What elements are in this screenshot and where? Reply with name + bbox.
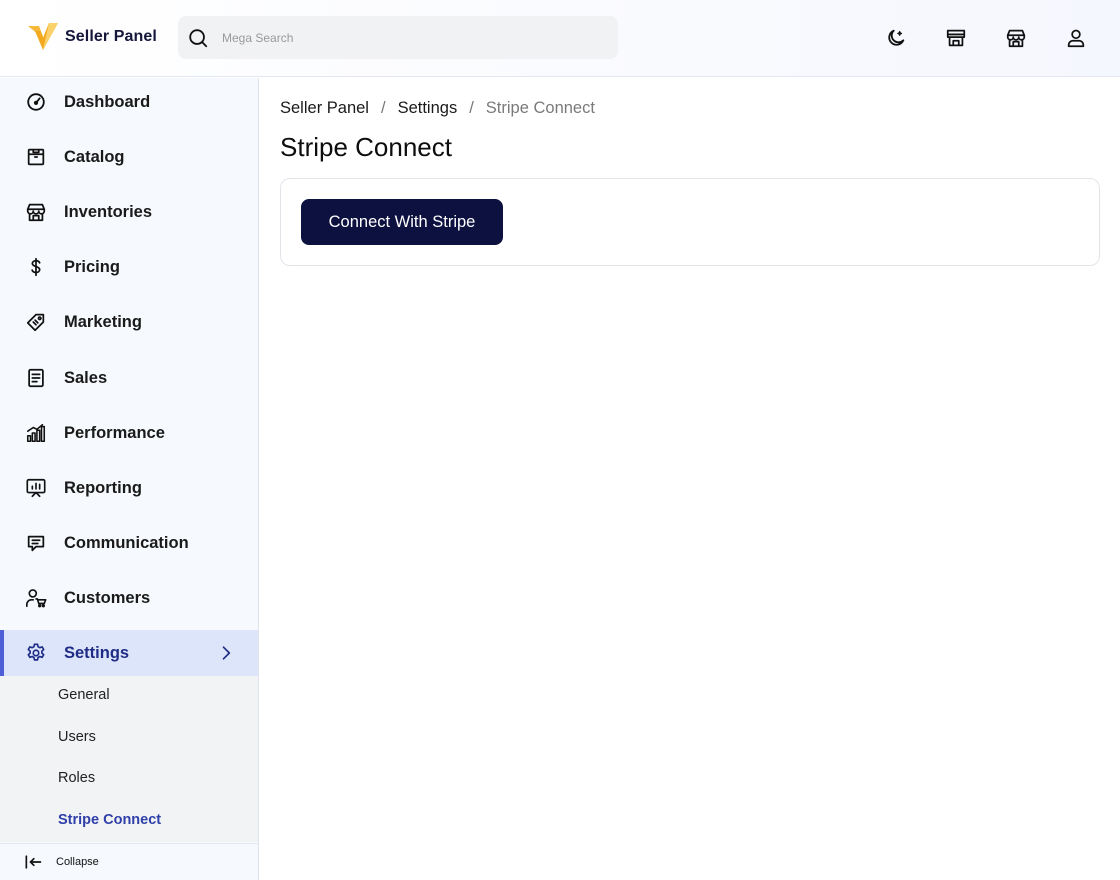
sidebar-item-pricing[interactable]: Pricing (0, 244, 258, 290)
inventories-icon (24, 200, 48, 224)
sidebar-item-dashboard[interactable]: Dashboard (0, 79, 258, 125)
gear-icon (24, 641, 48, 665)
dollar-icon (24, 255, 48, 279)
breadcrumb-separator: / (469, 99, 474, 117)
sidebar-item-label: Dashboard (64, 92, 151, 111)
sidebar-item-sales[interactable]: Sales (0, 355, 258, 401)
breadcrumb-seller-panel[interactable]: Seller Panel (280, 99, 369, 118)
submenu-item-users[interactable]: Users (58, 729, 96, 745)
sidebar-item-marketing[interactable]: Marketing (0, 299, 258, 345)
submenu-item-general[interactable]: General (58, 687, 110, 703)
sidebar-item-label: Communication (64, 533, 189, 552)
moon-icon[interactable] (884, 26, 908, 50)
bar-chart-icon (24, 421, 48, 445)
customer-cart-icon (24, 586, 48, 610)
sidebar-item-reporting[interactable]: Reporting (0, 465, 258, 511)
user-icon[interactable] (1064, 26, 1088, 50)
breadcrumb-current: Stripe Connect (485, 99, 595, 117)
warehouse-icon[interactable] (1004, 26, 1028, 50)
presentation-icon (24, 476, 48, 500)
sidebar-item-settings[interactable]: Settings (0, 630, 258, 676)
sidebar-item-label: Inventories (64, 202, 153, 221)
breadcrumb-settings[interactable]: Settings (398, 99, 458, 118)
page-title: Stripe Connect (280, 132, 452, 162)
sidebar-item-customers[interactable]: Customers (0, 575, 258, 621)
dashboard-icon (24, 90, 48, 114)
collapse-arrow-icon (25, 855, 42, 869)
submenu-item-roles[interactable]: Roles (58, 770, 95, 786)
sidebar-item-label: Sales (64, 368, 108, 387)
breadcrumb-separator: / (380, 99, 386, 117)
catalog-icon (24, 145, 48, 169)
submenu-item-stripe-connect[interactable]: Stripe Connect (58, 812, 161, 828)
sidebar-item-performance[interactable]: Performance (0, 410, 258, 456)
top-bar: Seller Panel (0, 0, 1120, 77)
breadcrumb: Seller Panel / Settings / Stripe Connect (280, 99, 595, 118)
chevron-right-icon (222, 646, 231, 660)
sidebar: Dashboard Catalog Inventories Pricing Ma… (0, 78, 259, 880)
search-icon (189, 28, 208, 47)
search-input[interactable] (222, 30, 582, 45)
search-bar[interactable] (178, 16, 618, 59)
settings-submenu: General Users Roles Stripe Connect (0, 676, 258, 842)
sidebar-item-label: Performance (64, 423, 165, 442)
sidebar-item-label: Pricing (64, 257, 120, 276)
brand[interactable]: Seller Panel (27, 21, 157, 53)
stripe-connect-card: Connect With Stripe (280, 178, 1100, 266)
sidebar-item-label: Settings (64, 643, 130, 662)
sidebar-item-catalog[interactable]: Catalog (0, 134, 258, 180)
brand-name: Seller Panel (65, 28, 157, 45)
collapse-label: Collapse (56, 856, 99, 868)
tag-icon (24, 310, 48, 334)
chat-icon (24, 531, 48, 555)
sidebar-item-communication[interactable]: Communication (0, 520, 258, 566)
store-icon[interactable] (944, 26, 968, 50)
active-indicator (0, 630, 4, 676)
sidebar-item-label: Reporting (64, 478, 142, 497)
sidebar-item-label: Catalog (64, 147, 125, 166)
collapse-button[interactable]: Collapse (0, 843, 258, 880)
sidebar-item-label: Marketing (64, 312, 142, 331)
sidebar-item-inventories[interactable]: Inventories (0, 189, 258, 235)
sidebar-item-label: Customers (64, 588, 151, 607)
document-icon (24, 366, 48, 390)
connect-with-stripe-button[interactable]: Connect With Stripe (301, 199, 503, 245)
logo-icon (28, 23, 58, 50)
